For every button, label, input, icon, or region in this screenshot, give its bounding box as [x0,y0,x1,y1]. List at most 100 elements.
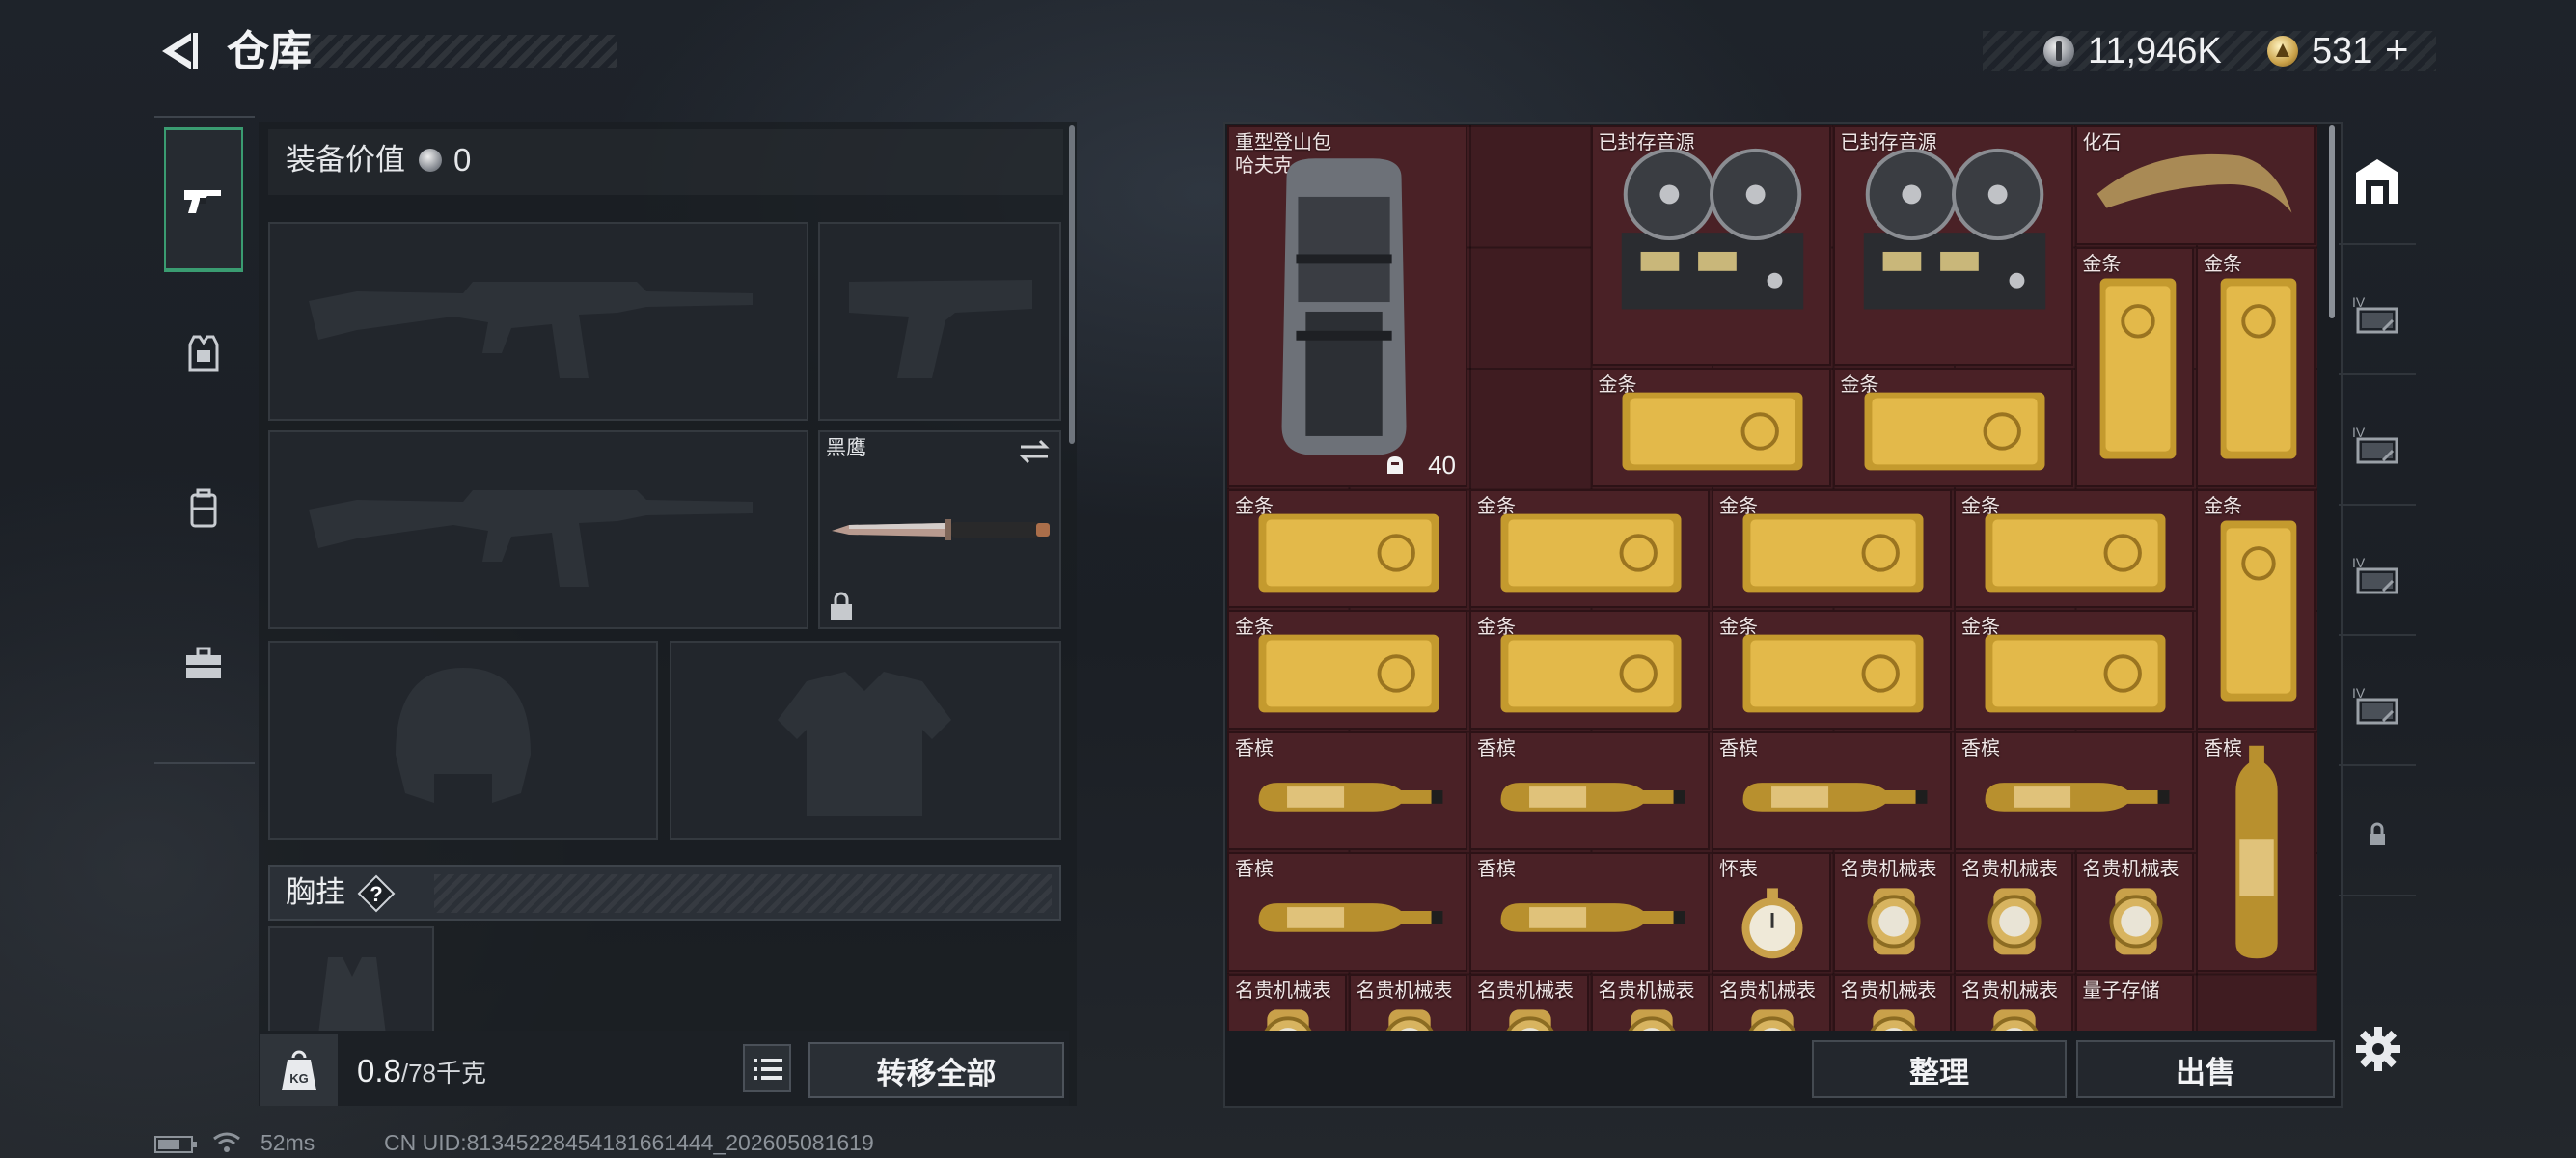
storage-item[interactable]: 名贵机械表 [1348,973,1467,1031]
storage-item[interactable]: 金条 [1712,488,1952,608]
storage-item[interactable]: 金条 [1832,368,2073,487]
storage-item[interactable]: 香槟 [1227,852,1467,972]
list-view-button[interactable] [743,1044,791,1092]
storage-item[interactable]: 已封存音源 [1832,125,2073,366]
goldh-icon [1864,392,2044,471]
storage-item[interactable]: 名贵机械表 [1712,973,1831,1031]
storage-item[interactable]: 名贵机械表 [2074,852,2194,972]
weight-icon-box: KG [260,1034,338,1106]
goldh-icon [1622,392,1802,471]
storage-box-icon: IV [2352,425,2398,464]
bottle-icon [1500,903,1685,932]
watch-icon [1748,1008,1796,1031]
swap-icon[interactable] [1017,438,1052,465]
back-arrow-icon[interactable] [154,27,203,75]
transfer-all-button[interactable]: 转移全部 [808,1042,1064,1098]
goldh-icon [1258,513,1439,592]
add-gold-button[interactable]: + [2385,29,2409,69]
storage-item[interactable]: 名贵机械表 [1832,973,1952,1031]
goldv-icon [2220,520,2297,701]
rifle-silhouette-icon [309,490,753,587]
tab-weapons[interactable] [164,127,243,272]
sidearm-slot[interactable] [818,222,1061,421]
storage-scrollbar[interactable] [2329,125,2335,318]
storage-box-icon: IV [2352,555,2398,594]
toolbox-icon [186,647,221,678]
watch-icon [1990,1008,2039,1031]
primary-weapon-slot-2[interactable] [268,430,808,629]
storage-box-icon: IV [2352,294,2398,334]
storage-tab[interactable]: IV [2339,512,2416,636]
helmet-slot[interactable] [268,641,658,840]
storage-item[interactable]: 金条 [1590,368,1831,487]
storage-item[interactable]: 名贵机械表 [1954,973,2073,1031]
svg-text:KG: KG [289,1071,309,1086]
storage-tab[interactable]: IV [2339,252,2416,375]
storage-item[interactable]: 香槟 [2196,731,2316,972]
bottle-icon [1500,782,1685,812]
lock-icon [2370,822,2385,845]
storage-tab[interactable] [2339,122,2416,245]
storage-item[interactable]: 金条 [2196,488,2316,730]
melee-slot[interactable]: 黑鹰 [818,430,1061,629]
storage-tab[interactable] [2339,773,2416,896]
storage-item[interactable]: 金条 [1954,610,2194,730]
storage-item[interactable]: 香槟 [1469,731,1710,850]
tab-toolbox[interactable] [164,591,243,735]
tab-armor[interactable] [164,282,243,427]
tab-backpack[interactable] [164,436,243,581]
storage-item[interactable]: 名贵机械表 [1954,852,2073,972]
chest-rig-slot[interactable] [268,926,434,1034]
storage-item[interactable]: 重型登山包 哈夫克 40 [1227,125,1467,487]
storage-item[interactable]: 金条 [2074,246,2194,487]
storage-item[interactable]: 怀表 [1712,852,1831,972]
storage-tab[interactable]: IV [2339,643,2416,766]
goldh-icon [1985,513,2166,592]
storage-tab[interactable]: IV [2339,382,2416,506]
sort-button[interactable]: 整理 [1812,1040,2067,1098]
storage-item[interactable]: 化石 [2074,125,2316,245]
storage-item[interactable]: 金条 [1712,610,1952,730]
reel-icon [1621,148,1803,310]
equipment-value-number: 0 [453,142,472,178]
help-icon[interactable]: ? [357,874,396,913]
watch-icon [2108,888,2163,955]
bottle-icon [1258,782,1443,812]
storage-item[interactable]: 量子存储 [2074,973,2194,1031]
storage-item[interactable]: 金条 [1227,488,1467,608]
watch-icon [1869,1008,1918,1031]
storage-item[interactable]: 名贵机械表 [1469,973,1589,1031]
storage-item[interactable]: 金条 [1469,488,1710,608]
storage-item[interactable]: 香槟 [1227,731,1467,850]
bottle-icon [1742,782,1928,812]
vault-icon [2356,159,2398,204]
sell-button[interactable]: 出售 [2076,1040,2335,1098]
storage-item[interactable]: 金条 [1227,610,1467,730]
storage-item[interactable]: 已封存音源 [1590,125,1831,366]
body-armor-slot[interactable] [670,641,1061,840]
chest-rig-silhouette-icon [318,957,386,1034]
weight-readout: 0.8/78千克 [357,1052,486,1092]
equipment-value-label: 装备价值 [286,143,405,177]
storage-item[interactable]: 香槟 [1712,731,1952,850]
primary-weapon-slot-1[interactable] [268,222,808,421]
storage-item[interactable]: 金条 [1469,610,1710,730]
goldh-icon [1258,634,1439,713]
storage-item[interactable]: 金条 [1954,488,2194,608]
storage-item[interactable]: 香槟 [1954,731,2194,850]
storage-item[interactable]: 香槟 [1469,852,1710,972]
category-rail [154,116,255,764]
silver-amount: 11,946K [2088,31,2222,71]
gear-icon[interactable] [2354,1025,2402,1073]
pistol-silhouette-icon [849,280,1032,378]
storage-item[interactable]: 名贵机械表 [1227,973,1347,1031]
equipment-scrollbar[interactable] [1069,125,1075,444]
storage-item[interactable]: 金条 [2196,246,2316,487]
storage-item[interactable]: 名贵机械表 [1590,973,1710,1031]
watch-icon [1384,1008,1434,1031]
weight-current: 0.8 [357,1053,401,1089]
storage-item[interactable]: 名贵机械表 [1832,852,1952,972]
bottle-icon [1985,782,2170,812]
chest-rig-label: 胸挂 [286,875,345,909]
pistol-icon [184,189,221,213]
